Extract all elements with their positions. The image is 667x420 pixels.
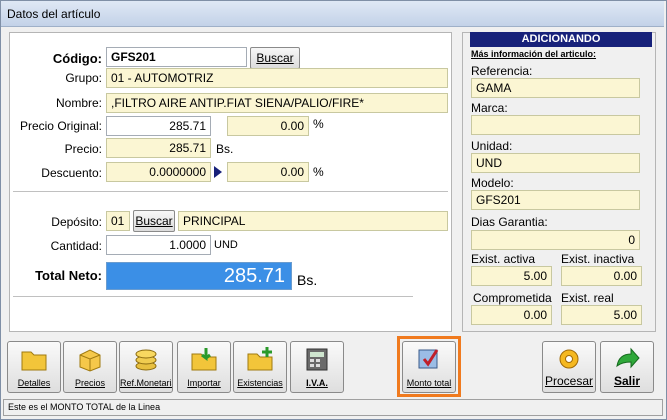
percent-sign: % — [313, 117, 324, 131]
window-title: Datos del artículo — [7, 7, 101, 21]
procesar-label: Procesar — [544, 374, 594, 388]
ref-monetaria-button[interactable]: Ref.Monetaria — [119, 341, 173, 393]
precios-label: Precios — [74, 378, 105, 388]
total-check-icon — [418, 349, 439, 369]
modelo-label: Modelo: — [471, 176, 514, 190]
exist-real-label: Exist. real — [561, 291, 614, 305]
procesar-button[interactable]: Procesar — [542, 341, 596, 393]
importar-label: Importar — [187, 378, 221, 388]
referencia-label: Referencia: — [471, 64, 533, 78]
deposito-label: Depósito: — [51, 215, 102, 229]
descuento-label: Descuento: — [41, 166, 102, 180]
marca-field — [471, 115, 640, 135]
precios-button[interactable]: Precios — [63, 341, 117, 393]
existencias-label: Existencias — [237, 378, 283, 388]
grupo-label: Grupo: — [65, 71, 102, 85]
codigo-label: Código: — [52, 51, 102, 66]
total-neto-field: 285.71 — [106, 262, 292, 290]
precio-field: 285.71 — [106, 138, 211, 158]
title-bar: Datos del artículo — [1, 1, 664, 27]
exist-real-field: 5.00 — [561, 305, 642, 325]
cantidad-input[interactable]: 1.0000 — [106, 235, 211, 255]
arrow-right-icon — [214, 166, 222, 178]
grupo-field: 01 - AUTOMOTRIZ — [106, 68, 448, 88]
exist-activa-label: Exist. activa — [471, 252, 536, 266]
iva-label: I.V.A. — [306, 378, 328, 388]
exist-inactiva-field: 0.00 — [561, 266, 642, 286]
exist-inactiva-label: Exist. inactiva — [561, 252, 635, 266]
nombre-label: Nombre: — [55, 96, 102, 110]
nombre-field: ,FILTRO AIRE ANTIP.FIAT SIENA/PALIO/FIRE… — [106, 93, 448, 113]
import-folder-icon — [191, 348, 217, 371]
detalles-button[interactable]: Detalles — [7, 341, 61, 393]
status-bar: Este es el MONTO TOTAL de la Linea — [3, 399, 663, 416]
folder-icon — [21, 351, 47, 371]
precio-original-label: Precio Original: — [19, 119, 102, 133]
modelo-field: GFS201 — [471, 190, 640, 210]
ref-monetaria-label: Ref.Monetaria — [120, 378, 172, 388]
existencias-button[interactable]: Existencias — [233, 341, 287, 393]
detalles-label: Detalles — [17, 378, 51, 388]
descuento-field: 0.0000000 — [106, 162, 211, 182]
referencia-field: GAMA — [471, 78, 640, 98]
separator — [13, 191, 448, 193]
separator-2 — [13, 296, 413, 298]
info-subtitle: Más información del articulo: — [471, 49, 597, 59]
precio-original-input[interactable]: 285.71 — [106, 116, 211, 136]
cantidad-unit: UND — [214, 239, 238, 251]
comprometida-label: Comprometida — [473, 291, 552, 305]
cantidad-label: Cantidad: — [50, 239, 102, 253]
exit-arrow-icon — [616, 347, 640, 369]
monto-total-button[interactable]: Monto total — [402, 341, 456, 393]
unidad-field: UND — [471, 153, 640, 173]
add-folder-icon — [247, 347, 273, 371]
iva-button[interactable]: I.V.A. — [290, 341, 344, 393]
buscar-deposito-button[interactable]: Buscar — [133, 210, 175, 232]
codigo-input[interactable]: GFS201 — [106, 47, 247, 67]
exist-activa-field: 5.00 — [471, 266, 552, 286]
total-currency: Bs. — [297, 272, 318, 288]
descuento-pct-field: 0.00 — [227, 162, 309, 182]
marca-label: Marca: — [471, 101, 508, 115]
monto-total-label: Monto total — [406, 378, 452, 388]
mode-header: ADICIONANDO — [470, 32, 652, 47]
deposito-code-field[interactable]: 01 — [106, 211, 130, 231]
coins-icon — [135, 349, 157, 371]
box-icon — [79, 349, 101, 372]
gear-icon — [559, 349, 579, 369]
comprometida-field: 0.00 — [471, 305, 552, 325]
percent-sign-2: % — [313, 165, 324, 179]
importar-button[interactable]: Importar — [177, 341, 231, 393]
salir-label: Salir — [613, 374, 640, 388]
deposito-name-field: PRINCIPAL — [178, 211, 448, 231]
garantia-label: Dias Garantia: — [471, 215, 548, 229]
precio-original-pct-field: 0.00 — [227, 116, 309, 136]
precio-label: Precio: — [64, 142, 102, 156]
garantia-field: 0 — [471, 230, 640, 250]
salir-button[interactable]: Salir — [600, 341, 654, 393]
unidad-label: Unidad: — [471, 139, 513, 153]
calculator-icon — [306, 348, 328, 371]
total-neto-label: Total Neto: — [35, 268, 102, 283]
buscar-codigo-button[interactable]: Buscar — [250, 47, 300, 69]
precio-currency: Bs. — [216, 142, 234, 156]
